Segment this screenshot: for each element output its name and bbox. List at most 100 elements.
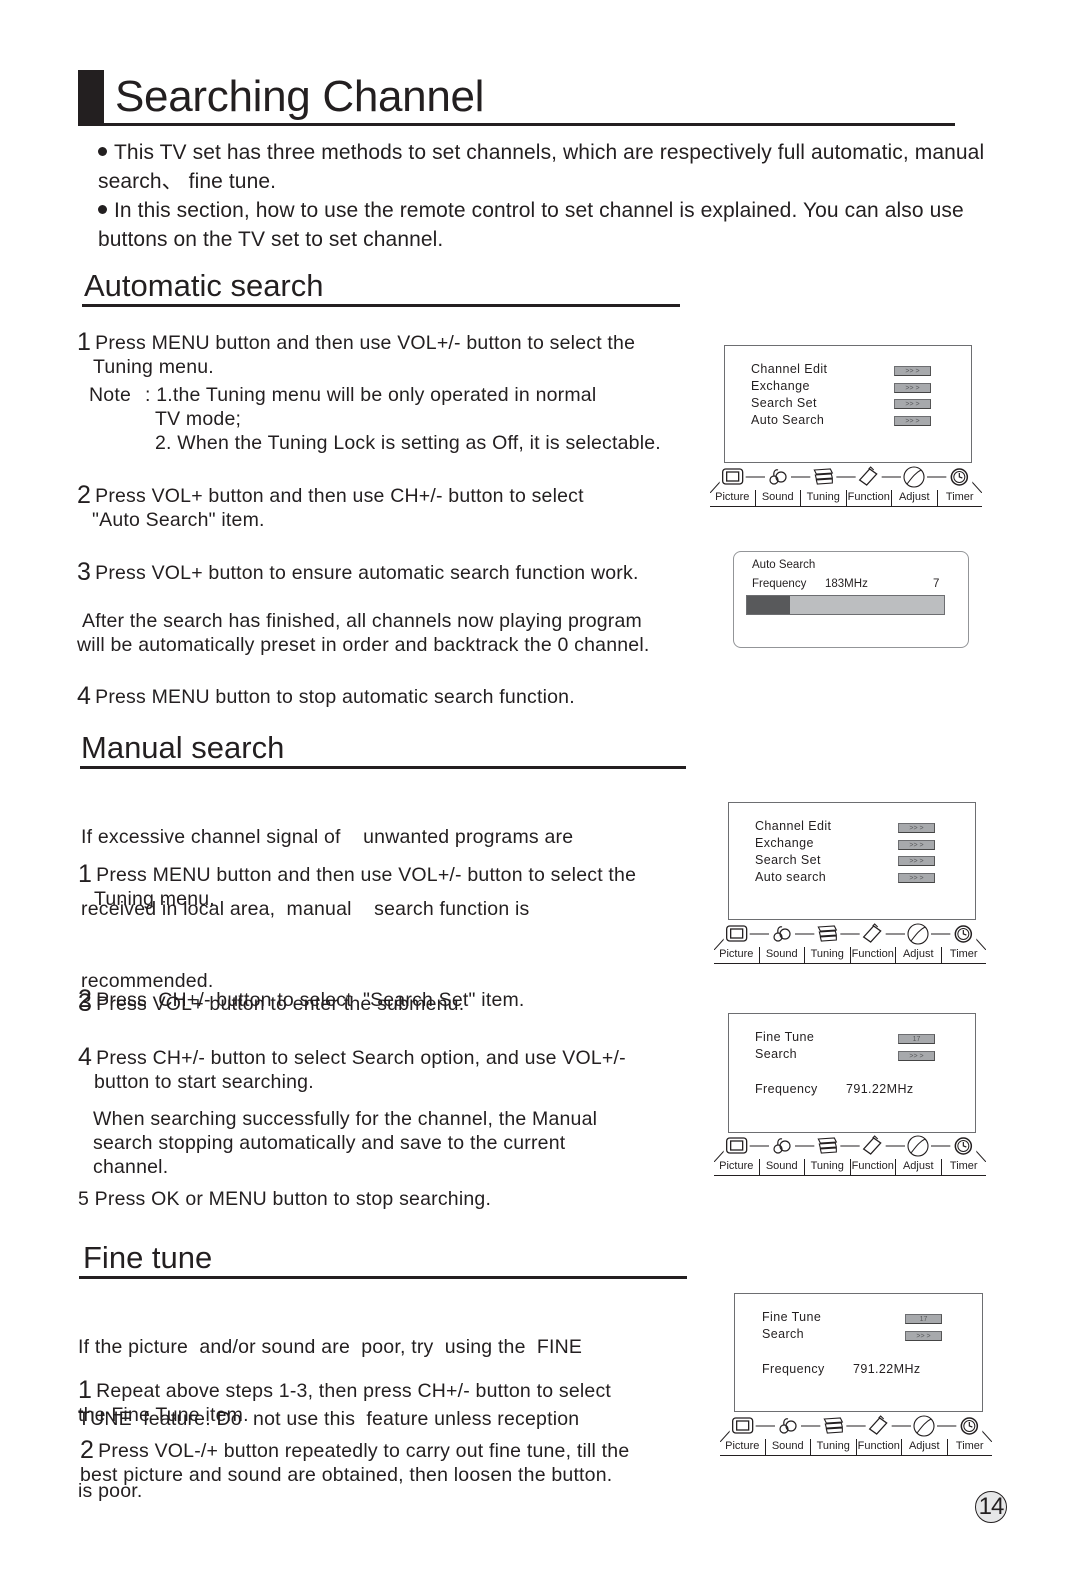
music-notes-icon[interactable] xyxy=(769,922,795,946)
tab-sound[interactable]: Sound xyxy=(764,1439,811,1455)
globe-icon[interactable] xyxy=(905,922,931,946)
search-label[interactable]: Search xyxy=(762,1327,804,1341)
tab-timer[interactable]: Timer xyxy=(940,1159,987,1175)
tab-sound[interactable]: Sound xyxy=(758,947,805,963)
tab-tuning[interactable]: Tuning xyxy=(804,1159,850,1175)
menu-arrow-button[interactable]: >> > xyxy=(898,873,935,883)
fine-tune-step-2: 2 Press VOL-/+ button repeatedly to carry… xyxy=(80,1436,630,1487)
globe-icon[interactable] xyxy=(911,1414,937,1438)
menu-item-search-set[interactable]: Search Set xyxy=(755,853,821,867)
menu-arrow-button[interactable]: >> > xyxy=(894,416,931,426)
menu-item-exchange[interactable]: Exchange xyxy=(755,836,814,850)
auto-after-search: After the search has finished, all chann… xyxy=(77,610,650,656)
remote-icon[interactable] xyxy=(859,922,886,946)
osd-auto-search-progress: Auto Search Frequency 183MHz 7 xyxy=(733,551,969,648)
tab-picture[interactable]: Picture xyxy=(714,1159,759,1175)
remote-icon[interactable] xyxy=(855,465,882,489)
fine-tune-label[interactable]: Fine Tune xyxy=(755,1030,814,1044)
menu-arrow-button[interactable]: >> > xyxy=(898,840,935,850)
osd-tab-bar-2: Picture Sound Tuning Function Adjust Timer xyxy=(714,920,986,966)
search-label[interactable]: Search xyxy=(755,1047,797,1061)
music-notes-icon[interactable] xyxy=(769,1134,795,1158)
manual-step-4: 4 Press CH+/- button to select Search opt… xyxy=(78,1043,626,1094)
clock-icon[interactable] xyxy=(956,1414,983,1438)
remote-icon[interactable] xyxy=(865,1414,892,1438)
tv-icon[interactable] xyxy=(723,1134,750,1158)
menu-arrow-button[interactable]: >> > xyxy=(898,856,935,866)
menu-arrow-button[interactable]: >> > xyxy=(894,366,931,376)
menu-item-exchange[interactable]: Exchange xyxy=(751,379,810,393)
intro-bullet-2: In this section, how to use the remote c… xyxy=(98,199,964,251)
film-reel-icon[interactable] xyxy=(814,1134,841,1158)
tab-timer[interactable]: Timer xyxy=(940,947,987,963)
film-reel-icon[interactable] xyxy=(820,1414,847,1438)
tab-tuning[interactable]: Tuning xyxy=(804,947,850,963)
frequency-value: 183MHz xyxy=(825,578,868,590)
manual-step-5: 5 Press OK or MENU button to stop search… xyxy=(78,1188,492,1210)
menu-item-search-set[interactable]: Search Set xyxy=(751,396,817,410)
osd-tuning-menu-1: Channel Edit >> > Exchange >> > Search S… xyxy=(724,345,972,463)
tab-adjust[interactable]: Adjust xyxy=(895,1159,941,1175)
tab-picture[interactable]: Picture xyxy=(720,1439,765,1455)
tv-icon[interactable] xyxy=(719,465,746,489)
music-notes-icon[interactable] xyxy=(775,1414,801,1438)
section-rule xyxy=(79,1276,687,1279)
tab-sound[interactable]: Sound xyxy=(758,1159,805,1175)
search-arrow-button[interactable]: >> > xyxy=(905,1331,942,1341)
tab-tuning[interactable]: Tuning xyxy=(810,1439,856,1455)
tab-sound[interactable]: Sound xyxy=(754,490,801,506)
manual-when-found: When searching successfully for the chan… xyxy=(93,1108,598,1178)
menu-item-auto-search[interactable]: Auto search xyxy=(755,870,826,884)
frequency-value: 791.22MHz xyxy=(846,1082,914,1096)
tab-picture[interactable]: Picture xyxy=(714,947,759,963)
tab-function[interactable]: Function xyxy=(849,947,896,963)
fine-tune-label[interactable]: Fine Tune xyxy=(762,1310,821,1324)
tab-timer[interactable]: Timer xyxy=(946,1439,993,1455)
clock-icon[interactable] xyxy=(950,1134,977,1158)
tab-adjust[interactable]: Adjust xyxy=(895,947,941,963)
section-heading-manual-search: Manual search xyxy=(81,730,285,765)
music-notes-icon[interactable] xyxy=(765,465,791,489)
tv-icon[interactable] xyxy=(729,1414,756,1438)
auto-note: Note: 1.the Tuning menu will be only ope… xyxy=(89,384,661,454)
auto-step-4: 4 Press MENU button to stop automatic sea… xyxy=(77,682,575,710)
menu-arrow-button[interactable]: >> > xyxy=(898,823,935,833)
tab-function[interactable]: Function xyxy=(855,1439,902,1455)
section-rule xyxy=(82,304,680,307)
manual-step-1: 1 Press MENU button and then use VOL+/- b… xyxy=(78,860,637,911)
clock-icon[interactable] xyxy=(946,465,973,489)
tab-timer[interactable]: Timer xyxy=(936,490,983,506)
frequency-value: 791.22MHz xyxy=(853,1362,921,1376)
frequency-label: Frequency xyxy=(755,1082,818,1096)
fine-tune-value[interactable]: 17 xyxy=(898,1034,935,1044)
fine-tune-value[interactable]: 17 xyxy=(905,1314,942,1324)
tab-tuning[interactable]: Tuning xyxy=(800,490,846,506)
film-reel-icon[interactable] xyxy=(810,465,837,489)
channel-number: 7 xyxy=(933,578,940,590)
tab-function[interactable]: Function xyxy=(845,490,892,506)
menu-arrow-button[interactable]: >> > xyxy=(894,383,931,393)
page-number: 14 xyxy=(975,1491,1007,1523)
osd-tab-bar-3: Picture Sound Tuning Function Adjust Timer xyxy=(714,1132,986,1178)
search-progress-bar xyxy=(746,595,945,615)
globe-icon[interactable] xyxy=(901,465,927,489)
clock-icon[interactable] xyxy=(950,922,977,946)
auto-step-2: 2 Press VOL+ button and then use CH+/- bu… xyxy=(77,481,584,532)
tv-icon[interactable] xyxy=(723,922,750,946)
tab-icons-strip xyxy=(720,1414,992,1442)
menu-arrow-button[interactable]: >> > xyxy=(894,399,931,409)
search-arrow-button[interactable]: >> > xyxy=(898,1051,935,1061)
section-rule xyxy=(80,766,686,769)
remote-icon[interactable] xyxy=(859,1134,886,1158)
film-reel-icon[interactable] xyxy=(814,922,841,946)
search-progress-fill xyxy=(747,596,791,614)
tab-function[interactable]: Function xyxy=(849,1159,896,1175)
tab-adjust[interactable]: Adjust xyxy=(891,490,937,506)
fine-tune-step-1: 1 Repeat above steps 1-3, then press CH+/… xyxy=(78,1376,612,1427)
tab-picture[interactable]: Picture xyxy=(710,490,755,506)
tab-adjust[interactable]: Adjust xyxy=(901,1439,947,1455)
menu-item-channel-edit[interactable]: Channel Edit xyxy=(755,819,831,833)
menu-item-auto-search[interactable]: Auto Search xyxy=(751,413,824,427)
menu-item-channel-edit[interactable]: Channel Edit xyxy=(751,362,827,376)
globe-icon[interactable] xyxy=(905,1134,931,1158)
